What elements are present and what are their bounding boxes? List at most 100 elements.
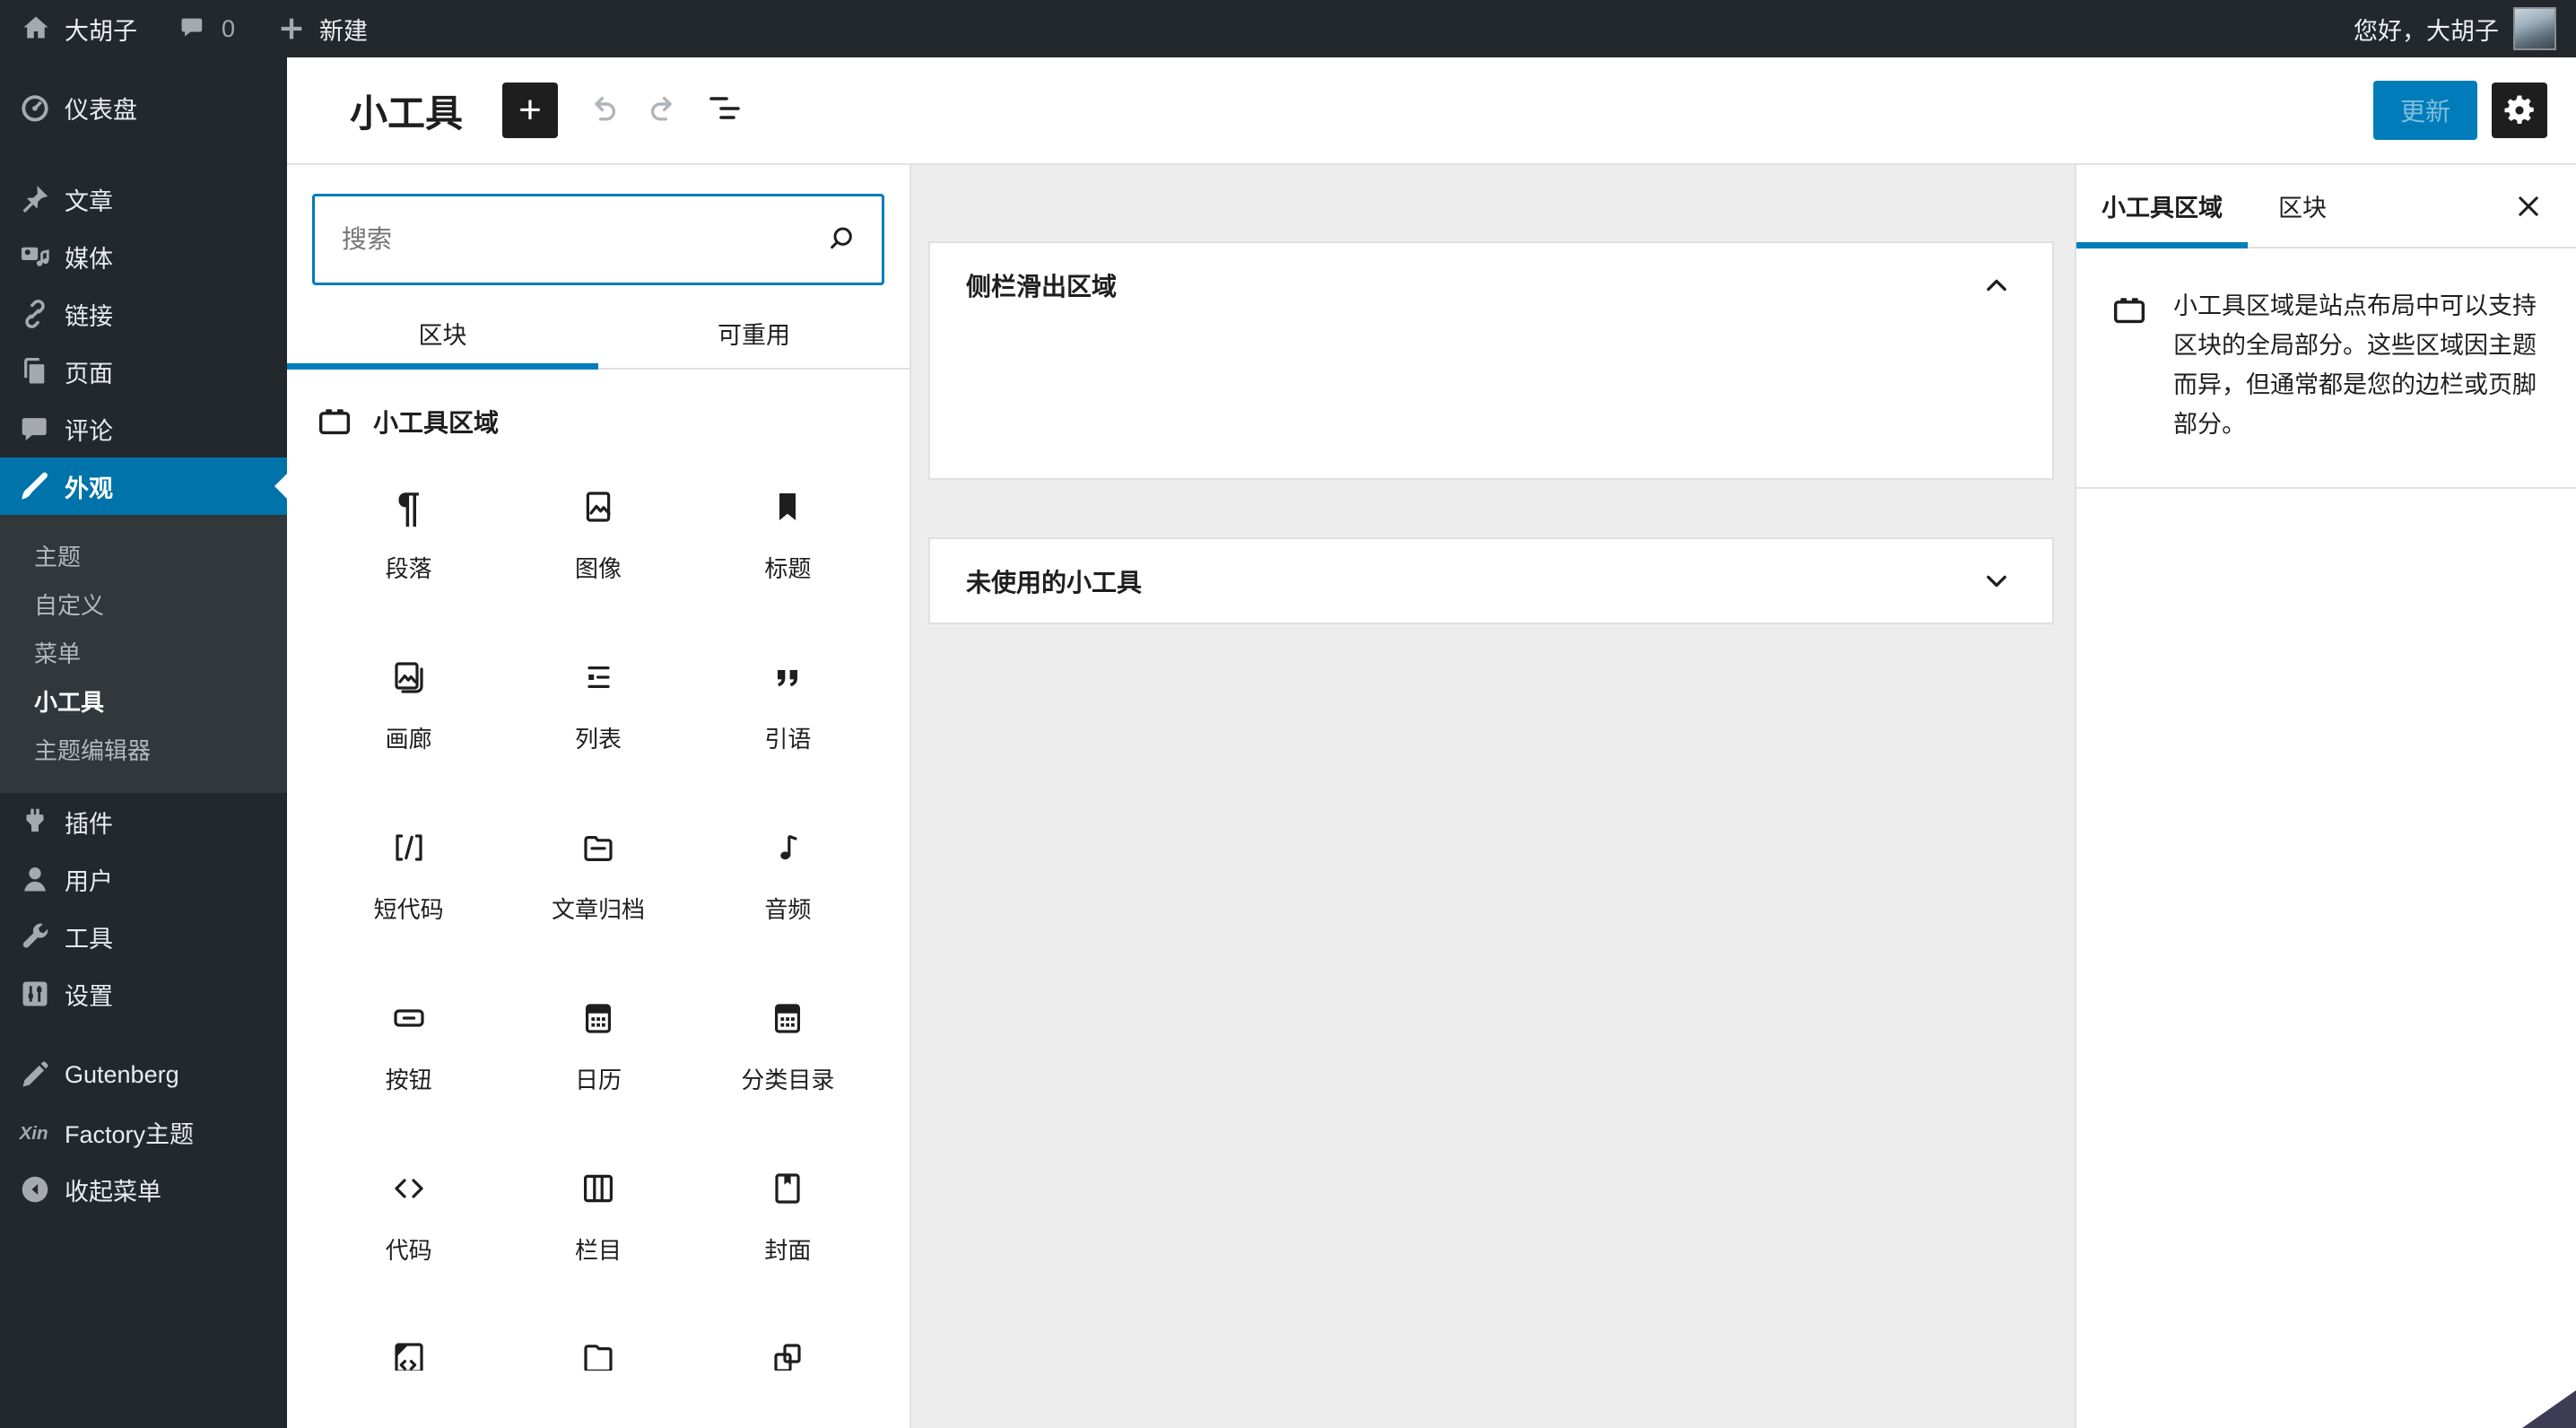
widgets-canvas: 侧栏滑出区域 未使用的小工具	[911, 165, 2075, 1428]
plugin-icon	[26, 808, 44, 832]
block-item-shortcode[interactable]: 短代码	[314, 788, 503, 958]
search-box	[312, 194, 884, 285]
settings-button[interactable]	[2492, 83, 2547, 138]
submenu-item-theme-editor[interactable]: 主题编辑器	[0, 725, 287, 773]
sidebar-item-plugins[interactable]: 插件	[0, 793, 287, 850]
categories-icon	[766, 996, 809, 1041]
panel-title: 未使用的小工具	[966, 568, 1143, 596]
block-item-archives[interactable]: 文章归档	[503, 788, 692, 958]
block-item-gallery[interactable]: 画廊	[314, 617, 503, 788]
comment-bubble-icon	[181, 18, 203, 37]
block-item-audio[interactable]: 音频	[693, 788, 883, 958]
block-item-image[interactable]: 图像	[503, 447, 692, 617]
chain-link-icon	[25, 300, 45, 328]
block-item-file[interactable]	[503, 1299, 692, 1428]
cursor-artifact	[2522, 1390, 2576, 1428]
pages-icon	[24, 357, 45, 384]
widget-area-icon	[2113, 298, 2145, 324]
inserter-tabs: 区块 可重用	[287, 298, 909, 370]
audio-note-icon	[766, 825, 809, 870]
custom-html-icon	[387, 1337, 431, 1371]
close-sidebar-button[interactable]	[2502, 180, 2554, 232]
block-item-code[interactable]: 代码	[314, 1128, 503, 1299]
chevron-down-icon[interactable]	[1977, 562, 2016, 601]
sidebar-tabs: 小工具区域 区块	[2076, 165, 2576, 248]
appearance-submenu: 主题 自定义 菜单 小工具 主题编辑器	[0, 515, 287, 793]
quote-icon	[766, 655, 809, 700]
undo-button[interactable]	[581, 87, 624, 135]
list-view-button[interactable]	[703, 87, 746, 135]
block-item-heading[interactable]: 标题	[693, 447, 883, 617]
active-menu-notch	[274, 474, 287, 499]
sidebar-item-dashboard[interactable]: 仪表盘	[0, 79, 287, 136]
sidebar-item-links[interactable]: 链接	[0, 285, 287, 343]
menu-separator	[0, 1023, 287, 1046]
settings-sidebar: 小工具区域 区块 小工具区域是站点布局中可以支持区块的全局部分。这些区域因主题而…	[2075, 165, 2576, 1428]
panel-header[interactable]: 未使用的小工具	[930, 539, 2052, 623]
heading-bookmark-icon	[766, 484, 809, 529]
account-menu[interactable]: 您好，大胡子	[2354, 7, 2556, 50]
undo-icon	[595, 96, 616, 120]
sidebar-item-media[interactable]: 媒体	[0, 228, 287, 285]
block-item-buttons[interactable]: 按钮	[314, 958, 503, 1128]
home-icon	[23, 16, 48, 39]
sidebar-item-tools[interactable]: 工具	[0, 908, 287, 965]
submenu-item-menus[interactable]: 菜单	[0, 628, 287, 676]
tab-block[interactable]: 区块	[2278, 188, 2327, 223]
submenu-item-customize[interactable]: 自定义	[0, 579, 287, 628]
tab-blocks[interactable]: 区块	[287, 298, 598, 370]
sidebar-item-gutenberg[interactable]: Gutenberg	[0, 1046, 287, 1103]
block-item-calendar[interactable]: 日历	[503, 958, 692, 1128]
pencil-icon	[22, 1061, 48, 1087]
sidebar-item-users[interactable]: 用户	[0, 850, 287, 908]
widget-areas-description-section: 小工具区域是站点布局中可以支持区块的全局部分。这些区域因主题而异，但通常都是您的…	[2076, 248, 2576, 489]
media-icon	[21, 247, 49, 266]
sidebar-item-pages[interactable]: 页面	[0, 343, 287, 400]
sidebar-item-posts[interactable]: 文章	[0, 170, 287, 228]
block-item-custom-html[interactable]	[314, 1299, 503, 1428]
editor-header: 小工具 + 更新	[287, 57, 2576, 165]
redo-button[interactable]	[642, 87, 685, 135]
admin-bar: 大胡子 0 新建 您好，大胡子	[0, 0, 2576, 57]
button-icon	[387, 996, 431, 1041]
sidebar-item-xin-factory[interactable]: Xin Factory主题	[0, 1103, 287, 1161]
tab-reusable[interactable]: 可重用	[598, 298, 909, 368]
pushpin-icon	[22, 185, 48, 213]
block-item-columns[interactable]: 栏目	[503, 1128, 692, 1299]
archives-icon	[577, 825, 620, 870]
comments-shortcut[interactable]: 0	[178, 13, 235, 44]
svg-text:Xin: Xin	[19, 1123, 48, 1144]
block-item-group[interactable]	[693, 1299, 883, 1428]
tab-widget-areas[interactable]: 小工具区域	[2076, 188, 2248, 223]
wp-admin-sidebar: 仪表盘 文章 媒体 链接 页面 评论 外观 主题 自定义 菜单 小工具 主题编辑…	[0, 57, 287, 1428]
site-menu[interactable]: 大胡子	[20, 12, 137, 47]
submenu-item-themes[interactable]: 主题	[0, 531, 287, 579]
gear-icon	[2504, 95, 2534, 125]
avatar	[2513, 7, 2556, 50]
greeting: 您好，大胡子	[2354, 17, 2499, 45]
group-icon	[766, 1337, 809, 1371]
search-input[interactable]	[312, 194, 884, 285]
wrench-icon	[22, 923, 48, 948]
xin-logo-icon: Xin	[19, 1123, 48, 1144]
panel-header[interactable]: 侧栏滑出区域	[930, 243, 2052, 327]
block-item-cover[interactable]: 封面	[693, 1128, 883, 1299]
block-item-paragraph[interactable]: ¶ 段落	[314, 447, 503, 617]
sidebar-item-comments[interactable]: 评论	[0, 400, 287, 457]
shortcode-icon	[387, 825, 431, 870]
site-name: 大胡子	[65, 17, 137, 45]
section-title: 小工具区域	[373, 409, 500, 437]
collapse-icon	[22, 1176, 48, 1203]
block-item-categories[interactable]: 分类目录	[693, 958, 883, 1128]
block-item-list[interactable]: 列表	[503, 617, 692, 788]
block-inserter-toggle-button[interactable]: +	[502, 83, 559, 138]
block-item-quote[interactable]: 引语	[693, 617, 883, 788]
sidebar-item-appearance[interactable]: 外观	[0, 457, 287, 515]
sidebar-item-collapse-menu[interactable]: 收起菜单	[0, 1161, 287, 1218]
chevron-up-icon[interactable]	[1977, 266, 2016, 305]
sidebar-item-settings[interactable]: 设置	[0, 965, 287, 1023]
new-content-menu[interactable]: 新建	[276, 12, 368, 47]
update-button[interactable]: 更新	[2372, 81, 2477, 140]
submenu-item-widgets[interactable]: 小工具	[0, 676, 287, 725]
close-icon	[2519, 196, 2538, 216]
